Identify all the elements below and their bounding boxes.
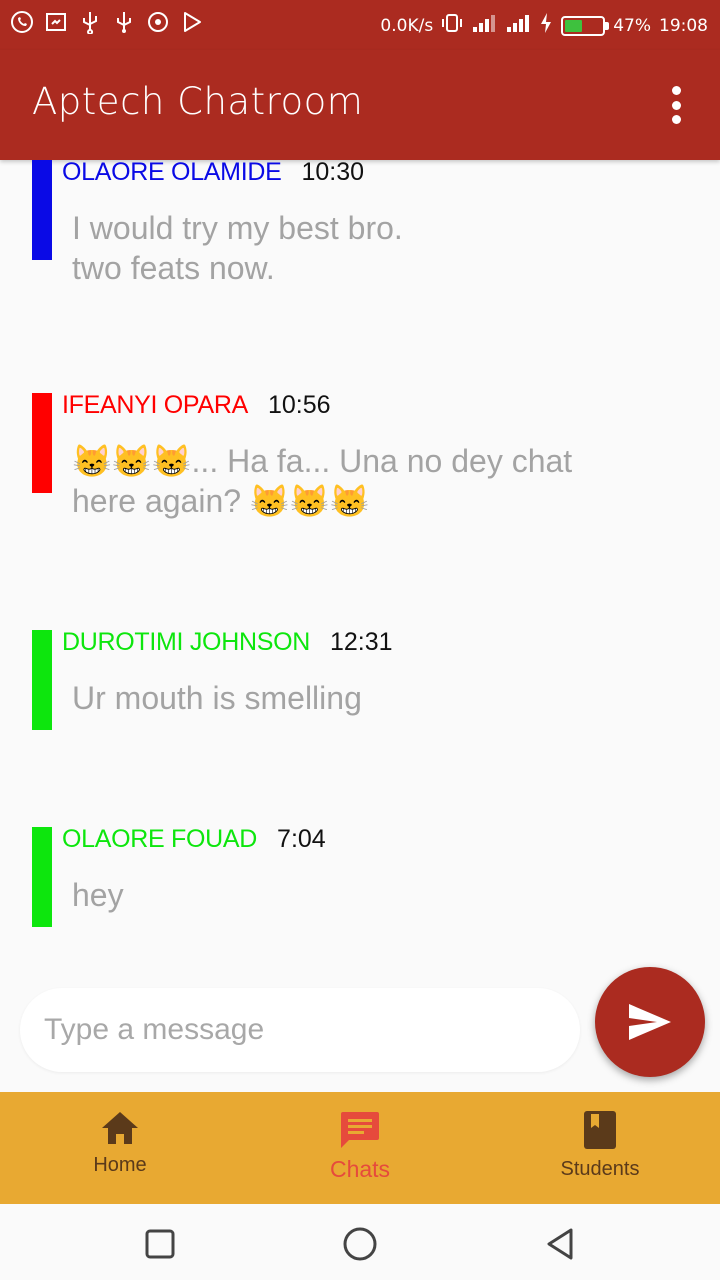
message-color-bar	[32, 393, 52, 493]
message-color-bar	[32, 630, 52, 730]
clock: 19:08	[659, 15, 708, 36]
chat-list[interactable]: OLAORE OLAMIDE 10:30 I would try my best…	[0, 160, 720, 980]
nav-item-students[interactable]: Students	[480, 1092, 720, 1204]
usb-icon	[78, 10, 102, 34]
play-store-icon	[180, 10, 204, 34]
home-icon	[102, 1112, 138, 1144]
system-navigation-bar	[0, 1204, 720, 1280]
battery-percent: 47%	[613, 15, 651, 36]
status-bar: 0.0K/s 47% 19:08	[0, 0, 720, 50]
screenshot-icon	[44, 10, 68, 34]
book-icon	[584, 1111, 616, 1149]
message-text: hey	[72, 877, 124, 913]
signal-icon	[505, 12, 531, 39]
page-title: Aptech Chatroom	[32, 80, 364, 123]
nav-item-chats[interactable]: Chats	[240, 1092, 480, 1204]
battery-level	[565, 19, 583, 32]
message-time: 7:04	[277, 825, 326, 853]
recents-button[interactable]	[140, 1224, 180, 1264]
nav-label: Home	[93, 1154, 147, 1176]
nav-label: Chats	[329, 1156, 391, 1182]
network-speed: 0.0K/s	[380, 15, 434, 36]
back-button[interactable]	[540, 1224, 580, 1264]
bottom-navigation: Home Chats Students	[0, 1092, 720, 1204]
send-button[interactable]	[595, 967, 705, 1077]
charging-icon	[539, 12, 553, 39]
status-bar-system: 0.0K/s 47% 19:08	[380, 12, 708, 39]
square-icon	[145, 1229, 175, 1259]
nav-item-home[interactable]: Home	[0, 1092, 240, 1204]
message-header: OLAORE FOUAD 7:04	[62, 825, 326, 854]
message-text: 😸😸😸... Ha fa... Una no dey chat here aga…	[72, 443, 573, 519]
whatsapp-icon	[10, 10, 34, 34]
vibrate-icon	[441, 12, 463, 39]
send-icon	[629, 1004, 671, 1040]
home-system-button[interactable]	[340, 1224, 380, 1264]
message-color-bar	[32, 827, 52, 927]
camera-icon	[146, 10, 170, 34]
nav-label: Students	[560, 1158, 640, 1180]
message-text: Ur mouth is smelling	[72, 680, 362, 716]
more-vert-icon[interactable]	[662, 86, 690, 124]
message-text-line: I would try my best bro.	[72, 210, 403, 246]
back-triangle-icon	[547, 1228, 573, 1260]
signal-icon	[471, 12, 497, 39]
app-bar: Aptech Chatroom	[0, 50, 720, 160]
message-text-line: two feats now.	[72, 250, 275, 286]
message-author: OLAORE OLAMIDE	[62, 160, 282, 186]
chat-icon	[341, 1112, 379, 1148]
battery-icon	[561, 15, 610, 36]
message-author: IFEANYI OPARA	[62, 391, 248, 419]
message-header: OLAORE OLAMIDE 10:30	[62, 160, 364, 187]
message-color-bar	[32, 160, 52, 260]
message-time: 10:56	[267, 391, 331, 419]
message-author: OLAORE FOUAD	[62, 825, 258, 853]
circle-icon	[343, 1227, 377, 1261]
message-time: 12:31	[329, 628, 393, 656]
status-bar-notifications	[10, 10, 204, 34]
message-time: 10:30	[301, 160, 365, 186]
message-header: DUROTIMI JOHNSON 12:31	[62, 628, 393, 657]
message-header: IFEANYI OPARA 10:56	[62, 391, 331, 420]
message-input-container	[20, 988, 580, 1072]
usb-icon	[112, 10, 136, 34]
message-input[interactable]	[44, 988, 554, 1072]
message-text: I would try my best bro. two feats now.	[72, 208, 632, 288]
message-author: DUROTIMI JOHNSON	[62, 628, 310, 656]
